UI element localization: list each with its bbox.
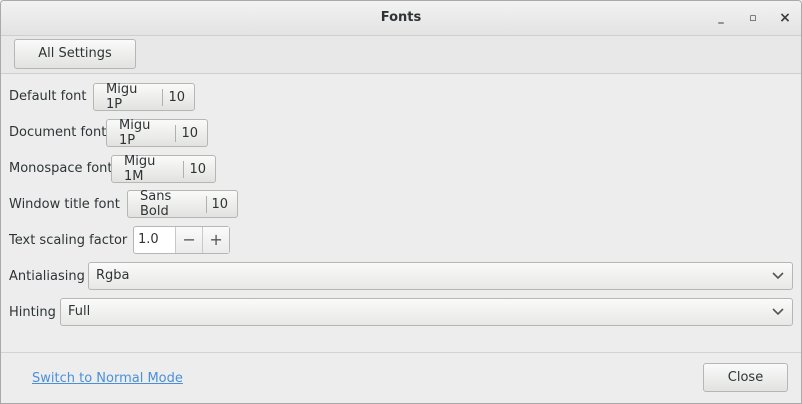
window-title-font-label: Window title font bbox=[9, 197, 120, 212]
default-font-size: 10 bbox=[168, 89, 185, 105]
document-font-name: Migu 1P bbox=[119, 118, 151, 148]
titlebar[interactable]: Fonts _ ▫ × bbox=[1, 1, 801, 36]
window-title-font-name: Sans Bold bbox=[140, 189, 172, 219]
fonts-window: Fonts _ ▫ × All Settings Default font Mi… bbox=[0, 0, 802, 404]
antialiasing-value: Rgba bbox=[96, 268, 130, 283]
window-title: Fonts bbox=[380, 10, 422, 25]
switch-mode-link[interactable]: Switch to Normal Mode bbox=[32, 371, 183, 386]
close-button[interactable]: Close bbox=[703, 363, 788, 392]
antialiasing-dropdown[interactable]: Rgba bbox=[88, 262, 793, 290]
monospace-font-size: 10 bbox=[189, 161, 206, 177]
antialiasing-label: Antialiasing bbox=[9, 269, 85, 284]
chevron-down-icon bbox=[772, 299, 784, 335]
all-settings-button[interactable]: All Settings bbox=[14, 39, 136, 69]
default-font-label: Default font bbox=[9, 89, 87, 104]
window-title-font-size: 10 bbox=[211, 196, 228, 212]
chevron-down-icon bbox=[772, 263, 784, 299]
hinting-value: Full bbox=[68, 304, 91, 319]
footer-divider bbox=[1, 352, 801, 353]
decrement-button[interactable]: − bbox=[175, 227, 203, 253]
text-scaling-spinbutton[interactable]: 1.0 − + bbox=[133, 226, 230, 254]
default-font-name: Migu 1P bbox=[106, 82, 138, 112]
minimize-button[interactable]: _ bbox=[713, 10, 729, 26]
text-scaling-label: Text scaling factor bbox=[9, 233, 128, 248]
close-window-button[interactable]: × bbox=[777, 10, 793, 26]
maximize-button[interactable]: ▫ bbox=[745, 10, 761, 26]
document-font-button[interactable]: Migu 1P 10 bbox=[106, 118, 208, 148]
default-font-button[interactable]: Migu 1P 10 bbox=[93, 82, 195, 112]
monospace-font-button[interactable]: Migu 1M 10 bbox=[111, 154, 216, 184]
hinting-label: Hinting bbox=[9, 305, 56, 320]
monospace-font-name: Migu 1M bbox=[124, 154, 156, 184]
toolbar: All Settings bbox=[1, 36, 801, 74]
hinting-dropdown[interactable]: Full bbox=[60, 298, 793, 326]
document-font-size: 10 bbox=[181, 125, 198, 141]
monospace-font-label: Monospace font bbox=[9, 161, 113, 176]
document-font-label: Document font bbox=[9, 125, 107, 140]
increment-button[interactable]: + bbox=[202, 227, 230, 253]
window-title-font-button[interactable]: Sans Bold 10 bbox=[127, 189, 238, 219]
text-scaling-value[interactable]: 1.0 bbox=[134, 227, 175, 253]
